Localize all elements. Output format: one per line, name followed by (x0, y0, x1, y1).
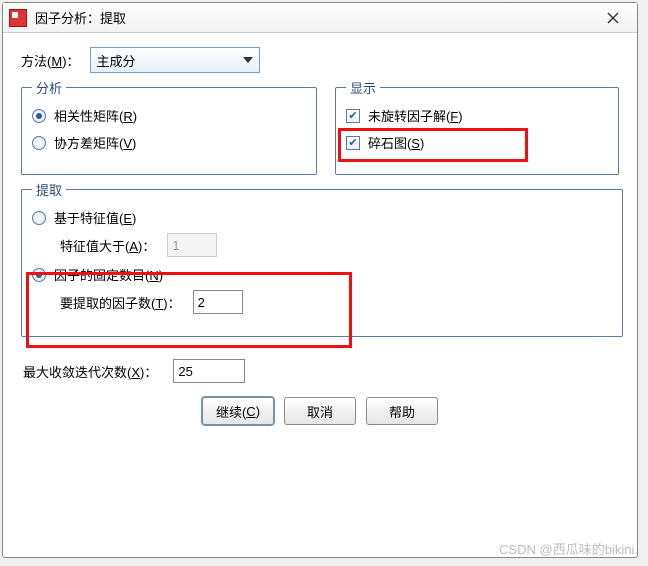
fixed-sub: 要提取的因子数(T)： (60, 290, 612, 314)
group-display: 显示 ✔ 未旋转因子解(F) ✔ 碎石图(S) (335, 87, 619, 175)
iterations-row: 最大收敛迭代次数(X)： (21, 359, 619, 383)
two-col: 分析 相关性矩阵(R) 协方差矩阵(V) 显示 ✔ 未旋转因子解(F) (21, 87, 619, 175)
check-unrotated[interactable]: ✔ 未旋转因子解(F) (346, 104, 608, 127)
group-display-legend: 显示 (346, 78, 380, 97)
method-label-suffix: )： (62, 54, 79, 69)
radio-covariance-label: 协方差矩阵(V) (54, 133, 136, 152)
method-label-key: M (51, 54, 62, 69)
titlebar: 因子分析：提取 (3, 3, 637, 33)
close-button[interactable] (595, 6, 631, 30)
cancel-button[interactable]: 取消 (284, 397, 356, 425)
method-row: 方法(M)： 主成分 (21, 47, 619, 73)
radio-icon (32, 109, 46, 123)
check-scree-label: 碎石图(S) (368, 133, 424, 152)
radio-icon (32, 268, 46, 282)
radio-correlation-label: 相关性矩阵(R) (54, 106, 137, 125)
window-title: 因子分析：提取 (35, 8, 595, 27)
dialog-window: 因子分析：提取 方法(M)： 主成分 分析 相关性矩阵(R) (2, 2, 638, 558)
group-analysis: 分析 相关性矩阵(R) 协方差矩阵(V) (21, 87, 317, 175)
radio-icon (32, 136, 46, 150)
watermark: CSDN @西瓜味的bikini. (499, 539, 638, 558)
app-icon (9, 9, 27, 27)
help-button[interactable]: 帮助 (366, 397, 438, 425)
radio-covariance[interactable]: 协方差矩阵(V) (32, 131, 306, 154)
factors-count-input[interactable] (193, 290, 243, 314)
factors-count-label: 要提取的因子数(T)： (60, 293, 181, 312)
group-extract-legend: 提取 (32, 180, 66, 199)
radio-eigenvalue[interactable]: 基于特征值(E) (32, 206, 612, 229)
method-label: 方法(M)： (21, 51, 80, 70)
radio-fixed-number-label: 因子的固定数目(N) (54, 265, 163, 284)
iterations-input[interactable] (173, 359, 245, 383)
method-label-prefix: 方法( (21, 54, 51, 69)
close-icon (607, 12, 619, 24)
eigenvalue-sub: 特征值大于(A)： (60, 233, 612, 257)
checkbox-icon: ✔ (346, 136, 360, 150)
group-extract: 提取 基于特征值(E) 特征值大于(A)： 因子的固定数目(N) 要提取的因子数… (21, 189, 623, 337)
radio-eigenvalue-label: 基于特征值(E) (54, 208, 136, 227)
check-scree[interactable]: ✔ 碎石图(S) (346, 131, 608, 154)
eigenvalue-input[interactable] (167, 233, 217, 257)
method-combo-value: 主成分 (97, 51, 136, 70)
eigenvalue-gt-label: 特征值大于(A)： (60, 236, 155, 255)
checkbox-icon: ✔ (346, 109, 360, 123)
check-unrotated-label: 未旋转因子解(F) (368, 106, 463, 125)
dialog-content: 方法(M)： 主成分 分析 相关性矩阵(R) 协方差矩阵(V) (3, 33, 637, 557)
iterations-label: 最大收敛迭代次数(X)： (23, 362, 157, 381)
button-row: 继续(C) 取消 帮助 (21, 397, 619, 425)
radio-fixed-number[interactable]: 因子的固定数目(N) (32, 263, 612, 286)
radio-correlation[interactable]: 相关性矩阵(R) (32, 104, 306, 127)
method-combo[interactable]: 主成分 (90, 47, 260, 73)
group-analysis-legend: 分析 (32, 78, 66, 97)
chevron-down-icon (243, 57, 253, 63)
radio-icon (32, 211, 46, 225)
continue-button[interactable]: 继续(C) (202, 397, 274, 425)
